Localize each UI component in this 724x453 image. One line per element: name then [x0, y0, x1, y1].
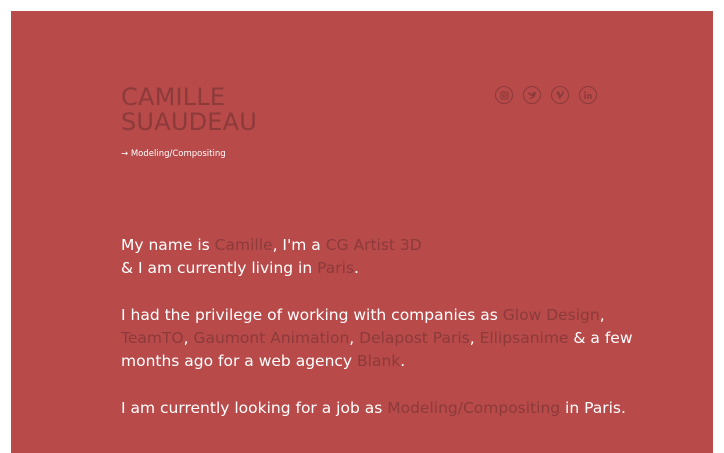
twitter-link[interactable] [523, 86, 541, 104]
bio-text: & I am currently living in [121, 259, 318, 278]
twitter-icon [528, 91, 537, 99]
teamto-link[interactable]: TeamTO [121, 329, 184, 347]
bio-text: I am currently looking for a job as [121, 399, 388, 418]
bio-text: in Paris. [560, 399, 626, 418]
gaumont-animation-link[interactable]: Gaumont Animation [194, 329, 350, 347]
bio-section: My name is Camille, I'm a CG Artist 3D &… [121, 234, 633, 444]
name-last[interactable]: SUAUDEAU [121, 110, 257, 135]
bio-text: , [599, 305, 605, 324]
job-role-link[interactable]: Modeling/Compositing [387, 399, 560, 417]
bio-text: My name is [121, 236, 215, 254]
glow-design-link[interactable]: Glow Design [503, 306, 600, 324]
role-link[interactable]: → Modeling/Compositing [121, 149, 226, 159]
role-label: Modeling/Compositing [130, 149, 226, 159]
delapost-paris-link[interactable]: Delapost Paris [359, 329, 470, 347]
instagram-link[interactable] [495, 86, 513, 104]
bio-text: I had the privilege of working with comp… [121, 305, 503, 324]
vimeo-icon [556, 91, 564, 99]
bio-text: , I'm a [272, 236, 326, 254]
arrow-right-icon: → [121, 149, 129, 159]
linkedin-link[interactable] [579, 86, 597, 104]
ellipsanime-link[interactable]: Ellipsanime [480, 329, 569, 347]
bio-text: & a few [568, 329, 633, 348]
page-frame: CAMILLE SUAUDEAU → Modeling/Compositing [11, 11, 713, 453]
vimeo-link[interactable] [551, 86, 569, 104]
instagram-icon [499, 90, 509, 100]
bio-text: months ago for a web agency [121, 352, 358, 371]
social-links [495, 86, 597, 104]
bio-text: . [400, 352, 406, 371]
bio-job-search: I am currently looking for a job as Mode… [121, 397, 626, 420]
cg-artist-link[interactable]: CG Artist 3D [326, 236, 422, 254]
bio-experience: I had the privilege of working with comp… [121, 304, 633, 374]
bio-text: , [469, 329, 480, 348]
bio-text: , [183, 329, 194, 348]
paris-link[interactable]: Paris [317, 259, 354, 277]
bio-intro: My name is Camille, I'm a CG Artist 3D &… [121, 234, 621, 281]
name-first[interactable]: CAMILLE [121, 85, 257, 110]
blank-link[interactable]: Blank [357, 352, 400, 370]
name-link[interactable]: Camille [215, 236, 273, 254]
bio-text: , [349, 329, 360, 348]
site-title[interactable]: CAMILLE SUAUDEAU [121, 85, 257, 135]
linkedin-icon [584, 91, 592, 99]
bio-text: . [354, 259, 359, 278]
